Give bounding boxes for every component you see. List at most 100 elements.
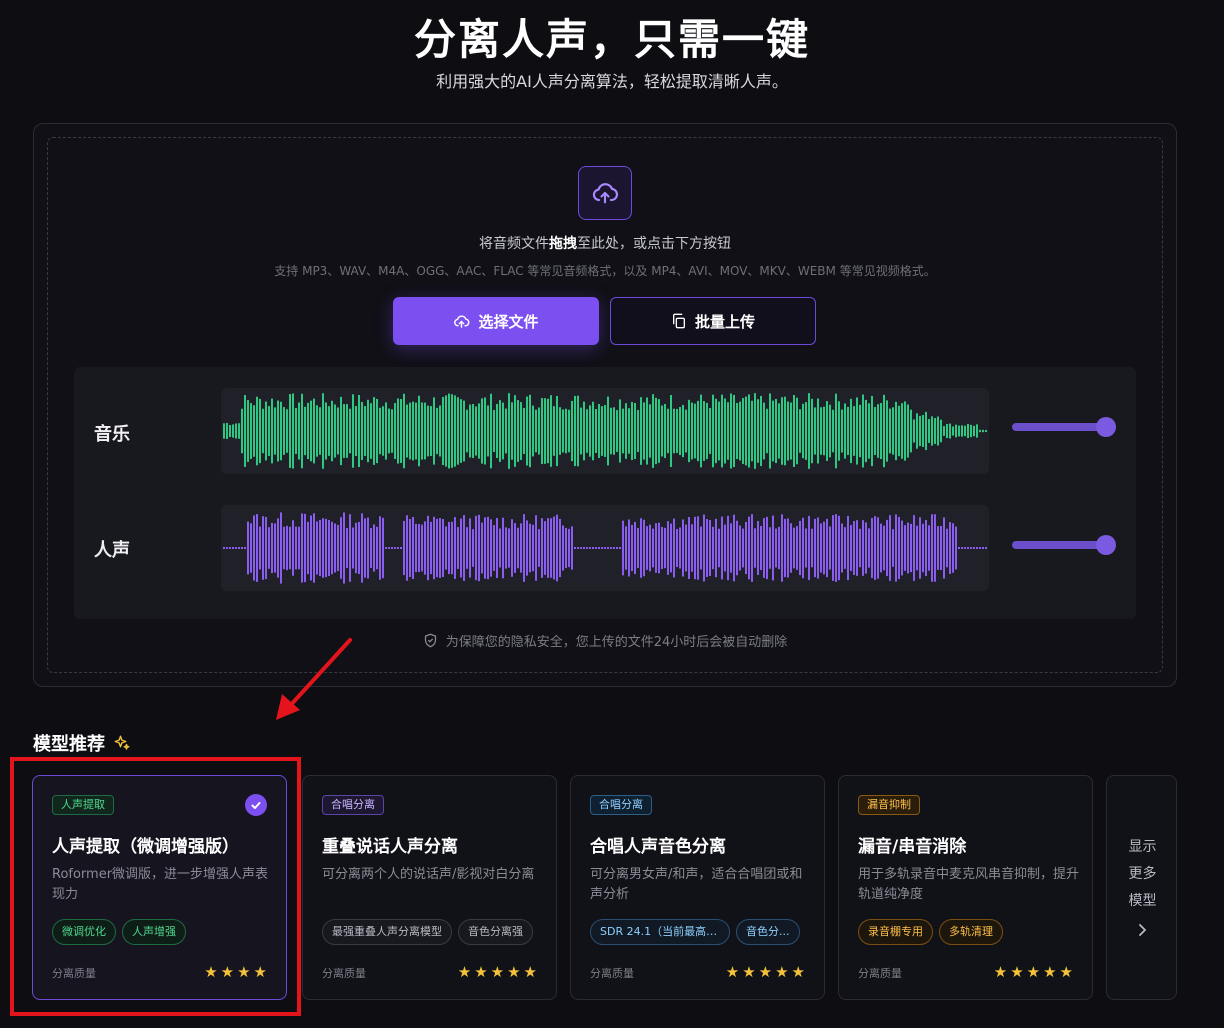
waveform-bar: [799, 520, 801, 576]
model-tag: 录音棚专用: [858, 919, 933, 945]
waveform-bar: [409, 402, 411, 460]
waveform-bar: [304, 406, 306, 456]
show-more-models-button[interactable]: 显示 更多 模型: [1106, 775, 1177, 1000]
waveform-bar: [871, 395, 873, 467]
star-icon: ★: [1010, 963, 1024, 981]
waveform-bar: [778, 526, 780, 570]
waveform-bar: [658, 399, 660, 463]
waveform-bar: [916, 525, 918, 571]
waveform-bar: [496, 518, 498, 578]
waveform-bar: [730, 393, 732, 469]
model-title: 重叠说话人声分离: [322, 837, 458, 857]
waveform-bar: [943, 426, 945, 436]
waveform-bar: [280, 401, 282, 461]
waveform-bar: [526, 396, 528, 466]
waveform-bar: [289, 526, 291, 570]
waveform-bar: [796, 397, 798, 465]
model-card[interactable]: 漏音抑制 漏音/串音消除 用于多轨录音中麦克风串音抑制，提升轨道纯净度 录音棚专用 多轨…: [838, 775, 1093, 1000]
privacy-note: 为保障您的隐私安全，您上传的文件24小时后会被自动删除: [48, 631, 1162, 650]
waveform-bar: [763, 518, 765, 578]
waveform-bar: [739, 525, 741, 571]
waveform-bar: [631, 524, 633, 572]
waveform-bar: [820, 523, 822, 573]
waveform-bar: [337, 524, 339, 572]
waveform-bar: [829, 526, 831, 570]
waveform-bar: [370, 403, 372, 459]
waveform-bar: [541, 398, 543, 464]
waveform-bar: [334, 404, 336, 458]
waveform-bar: [748, 516, 750, 580]
waveform-bar: [790, 402, 792, 460]
music-volume-slider[interactable]: [1012, 417, 1118, 437]
waveform-bar: [721, 516, 723, 580]
waveform-bar: [622, 408, 624, 454]
waveform-bar: [523, 407, 525, 455]
waveform-bar: [625, 403, 627, 459]
star-icon: ★: [1026, 963, 1041, 981]
quality-stars: ★ ★ ★ ★ ★: [458, 963, 537, 981]
waveform-bar: [529, 394, 531, 468]
waveform-bar: [706, 402, 708, 460]
waveform-bar: [859, 404, 861, 458]
waveform-bar: [286, 525, 288, 571]
waveform-bar: [700, 526, 702, 570]
waveform-bar: [904, 525, 906, 571]
waveform-bar: [751, 400, 753, 462]
waveform-bar: [373, 397, 375, 465]
waveform-bar: [493, 409, 495, 453]
waveform-bar: [955, 526, 957, 570]
waveform-bar: [421, 402, 423, 460]
waveform-bar: [451, 394, 453, 468]
waveform-bar: [379, 407, 381, 455]
waveform-bar: [532, 524, 534, 572]
waveform-bar: [589, 405, 591, 457]
sparkle-icon: [114, 735, 130, 750]
waveform-bar: [865, 399, 867, 463]
waveform-bar: [514, 395, 516, 467]
waveform-bar: [910, 523, 912, 573]
batch-upload-button[interactable]: 批量上传: [610, 297, 816, 345]
model-card[interactable]: 合唱分离 合唱人声音色分离 可分离男女声/和声，适合合唱团或和声分析 SDR 24.1…: [570, 775, 825, 1000]
waveform-bar: [583, 401, 585, 461]
chevron-right-icon: [1107, 922, 1176, 941]
model-tag: SDR 24.1（当前最高之...: [590, 919, 730, 945]
waveform-bar: [553, 406, 555, 456]
waveform-bar: [436, 407, 438, 455]
waveform-bar: [886, 400, 888, 462]
star-icon: ★: [1043, 963, 1057, 981]
select-file-label: 选择文件: [478, 312, 539, 331]
waveform-bar: [667, 408, 669, 454]
slider-knob[interactable]: [1096, 417, 1116, 437]
star-icon: ★: [457, 963, 472, 981]
waveform-bar: [730, 523, 732, 573]
dropzone[interactable]: 将音频文件拖拽至此处，或点击下方按钮 支持 MP3、WAV、M4A、OGG、AA…: [47, 137, 1163, 673]
waveform-bar: [742, 398, 744, 464]
waveform-bar: [376, 526, 378, 570]
select-file-button[interactable]: 选择文件: [393, 297, 599, 345]
waveform-bar: [811, 398, 813, 464]
upload-panel: 将音频文件拖拽至此处，或点击下方按钮 支持 MP3、WAV、M4A、OGG、AA…: [33, 123, 1177, 687]
waveform-bar: [631, 401, 633, 461]
waveform-bar: [556, 395, 558, 467]
slider-knob[interactable]: [1096, 535, 1116, 555]
waveform-bar: [391, 547, 393, 549]
waveform-bar: [271, 398, 273, 464]
waveform-bar: [967, 423, 969, 439]
waveform-bar: [892, 407, 894, 455]
music-waveform: [221, 388, 989, 474]
waveform-bar: [769, 393, 771, 469]
waveform-bar: [688, 399, 690, 463]
waveform-bar: [691, 524, 693, 572]
waveform-bar: [799, 409, 801, 453]
waveform-bar: [361, 402, 363, 460]
waveform-bar: [577, 395, 579, 467]
model-card[interactable]: 合唱分离 重叠说话人声分离 可分离两个人的说话声/影视对白分离 最强重叠人声分离模型音…: [302, 775, 557, 1000]
vocals-volume-slider[interactable]: [1012, 535, 1118, 555]
waveform-bar: [238, 423, 240, 439]
waveform-bar: [499, 400, 501, 462]
waveform-bar: [574, 395, 576, 467]
waveform-bar: [895, 401, 897, 461]
waveform-bar: [646, 526, 648, 570]
waveform-bar: [727, 515, 729, 581]
waveform-bar: [889, 515, 891, 581]
